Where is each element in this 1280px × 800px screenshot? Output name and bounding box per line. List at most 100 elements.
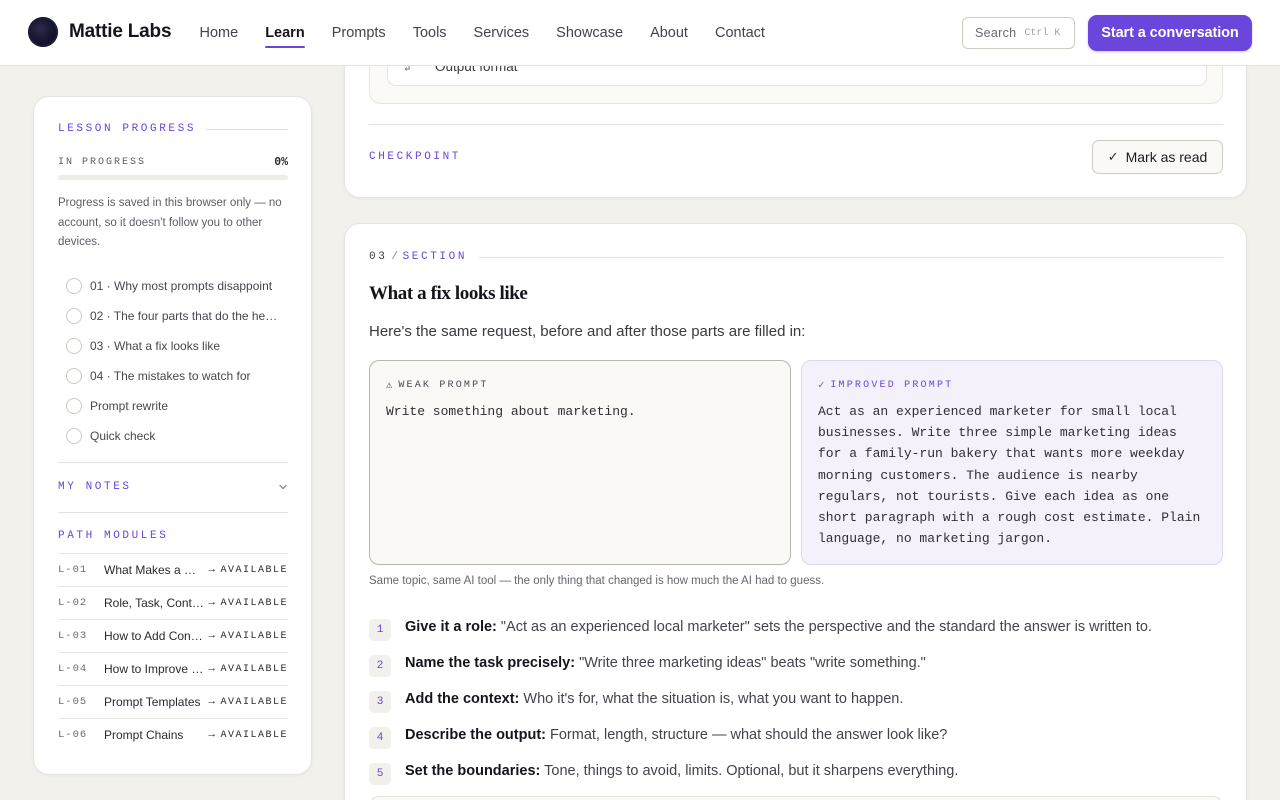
module-title: How to Add Context xyxy=(104,629,204,643)
nav-learn[interactable]: Learn xyxy=(252,0,319,66)
lesson-item[interactable]: 04 · The mistakes to watch for xyxy=(66,361,288,391)
brand-logo-icon xyxy=(28,17,58,47)
step-text: Set the boundaries: Tone, things to avoi… xyxy=(405,763,958,779)
mark-as-read-button[interactable]: ✓ Mark as read xyxy=(1092,140,1223,174)
path-modules-heading: PATH MODULES xyxy=(58,530,169,542)
step-detail: Who it's for, what the situation is, wha… xyxy=(519,691,904,707)
step-number: 1 xyxy=(369,619,391,641)
module-status-label: AVAILABLE xyxy=(220,564,288,576)
progress-status: IN PROGRESS xyxy=(58,157,147,168)
nav-services[interactable]: Services xyxy=(460,0,543,66)
module-status: → AVAILABLE xyxy=(208,597,288,609)
checkpoint-label: CHECKPOINT xyxy=(369,151,462,163)
lesson-list: 01 · Why most prompts disappoint 02 · Th… xyxy=(66,271,288,451)
weak-prompt-box: ⚠ WEAK PROMPT Write something about mark… xyxy=(369,360,791,565)
step-number: 2 xyxy=(369,655,391,677)
lesson-item[interactable]: 02 · The four parts that do the heavy li… xyxy=(66,301,288,331)
lesson-item[interactable]: 01 · Why most prompts disappoint xyxy=(66,271,288,301)
nav-prompts[interactable]: Prompts xyxy=(318,0,399,66)
progress-bar xyxy=(58,175,288,180)
module-title: Prompt Templates xyxy=(104,695,201,709)
step-number: 5 xyxy=(369,763,391,785)
nav-showcase[interactable]: Showcase xyxy=(543,0,637,66)
brand[interactable]: Mattie Labs xyxy=(28,17,172,47)
step-lead: Give it a role: xyxy=(405,619,497,635)
lesson-item[interactable]: Quick check xyxy=(66,421,288,451)
warning-icon: ⚠ xyxy=(386,380,393,392)
search-shortcut: Ctrl K xyxy=(1024,27,1061,39)
module-id: L-04 xyxy=(58,663,88,675)
incomplete-circle-icon xyxy=(66,308,82,324)
weak-prompt-text: Write something about marketing. xyxy=(386,404,636,419)
module-row[interactable]: L-05 Prompt Templates → AVAILABLE xyxy=(58,685,288,718)
improved-prompt-label: IMPROVED PROMPT xyxy=(830,380,954,391)
arrow-right-icon: → xyxy=(208,729,217,741)
divider xyxy=(206,128,288,130)
section-card: 03 / SECTION What a fix looks like Here'… xyxy=(344,223,1247,800)
nav-home[interactable]: Home xyxy=(186,0,252,66)
step-number: 3 xyxy=(369,691,391,713)
module-status: → AVAILABLE xyxy=(208,729,288,741)
module-row[interactable]: L-03 How to Add Context → AVAILABLE xyxy=(58,619,288,652)
list-item: 1 Give it a role: "Act as an experienced… xyxy=(369,609,1223,645)
module-row[interactable]: L-02 Role, Task, Context → AVAILABLE xyxy=(58,586,288,619)
lesson-label: 01 · Why most prompts disappoint xyxy=(90,279,273,293)
nav-tools[interactable]: Tools xyxy=(399,0,460,66)
incomplete-circle-icon xyxy=(66,368,82,384)
arrow-right-icon: → xyxy=(208,564,217,576)
my-notes-toggle[interactable]: MY NOTES xyxy=(58,479,288,495)
lesson-label: Prompt rewrite xyxy=(90,399,169,413)
nav-about[interactable]: About xyxy=(637,0,702,66)
module-status: → AVAILABLE xyxy=(208,564,288,576)
lesson-label: 02 · The four parts that do the heavy li… xyxy=(90,309,282,323)
section-title: What a fix looks like xyxy=(369,283,528,304)
divider xyxy=(369,124,1223,125)
module-status-label: AVAILABLE xyxy=(220,630,288,642)
lesson-label: 04 · The mistakes to watch for xyxy=(90,369,251,383)
module-row[interactable]: L-04 How to Improve a Prompt →AVAILABLE xyxy=(58,652,288,685)
module-id: L-01 xyxy=(58,564,88,576)
lesson-progress-heading: LESSON PROGRESS xyxy=(58,123,197,135)
incomplete-circle-icon xyxy=(66,278,82,294)
path-modules-list: L-01 What Makes a Good Prompt →AVAILABLE… xyxy=(58,553,288,751)
module-id: L-05 xyxy=(58,696,88,708)
section-intro: Here's the same request, before and afte… xyxy=(369,323,806,340)
module-title: How to Improve a Prompt xyxy=(104,662,204,676)
start-conversation-button[interactable]: Start a conversation xyxy=(1088,15,1252,51)
improved-prompt-text: Act as an experienced marketer for small… xyxy=(818,404,1201,547)
weak-prompt-header: ⚠ WEAK PROMPT xyxy=(386,379,489,392)
incomplete-circle-icon xyxy=(66,428,82,444)
lesson-label: Quick check xyxy=(90,429,156,443)
module-status-label: AVAILABLE xyxy=(220,729,288,741)
module-row[interactable]: L-01 What Makes a Good Prompt →AVAILABLE xyxy=(58,553,288,586)
comparison-caption: Same topic, same AI tool — the only thin… xyxy=(369,575,825,587)
search-button[interactable]: Search Ctrl K xyxy=(962,17,1075,49)
module-id: L-02 xyxy=(58,597,88,609)
lesson-item[interactable]: Prompt rewrite xyxy=(66,391,288,421)
module-id: L-03 xyxy=(58,630,88,642)
improved-prompt-header: ✓ IMPROVED PROMPT xyxy=(818,379,953,392)
lesson-sidebar: LESSON PROGRESS IN PROGRESS 0% Progress … xyxy=(33,96,312,775)
check-icon: ✓ xyxy=(1107,149,1119,164)
section-slash: / xyxy=(391,251,401,263)
step-detail: Format, length, structure — what should … xyxy=(545,727,948,743)
step-detail: "Write three marketing ideas" beats "wri… xyxy=(575,655,926,671)
module-status-label: AVAILABLE xyxy=(220,696,288,708)
nav-contact[interactable]: Contact xyxy=(701,0,778,66)
step-text: Name the task precisely: "Write three ma… xyxy=(405,655,926,671)
step-lead: Describe the output: xyxy=(405,727,546,743)
chevron-down-icon xyxy=(279,484,287,490)
module-row[interactable]: L-06 Prompt Chains → AVAILABLE xyxy=(58,718,288,751)
module-status: → AVAILABLE xyxy=(208,663,288,675)
list-item: 5 Set the boundaries: Tone, things to av… xyxy=(369,753,1223,789)
incomplete-circle-icon xyxy=(66,398,82,414)
list-item: 2 Name the task precisely: "Write three … xyxy=(369,645,1223,681)
main-nav: Home Learn Prompts Tools Services Showca… xyxy=(186,0,778,66)
module-status: → AVAILABLE xyxy=(208,696,288,708)
lesson-item[interactable]: 03 · What a fix looks like xyxy=(66,331,288,361)
step-text: Add the context: Who it's for, what the … xyxy=(405,691,903,707)
section-label: SECTION xyxy=(402,251,468,263)
step-detail: "Act as an experienced local marketer" s… xyxy=(496,619,1152,635)
lesson-label: 03 · What a fix looks like xyxy=(90,339,221,353)
incomplete-circle-icon xyxy=(66,338,82,354)
